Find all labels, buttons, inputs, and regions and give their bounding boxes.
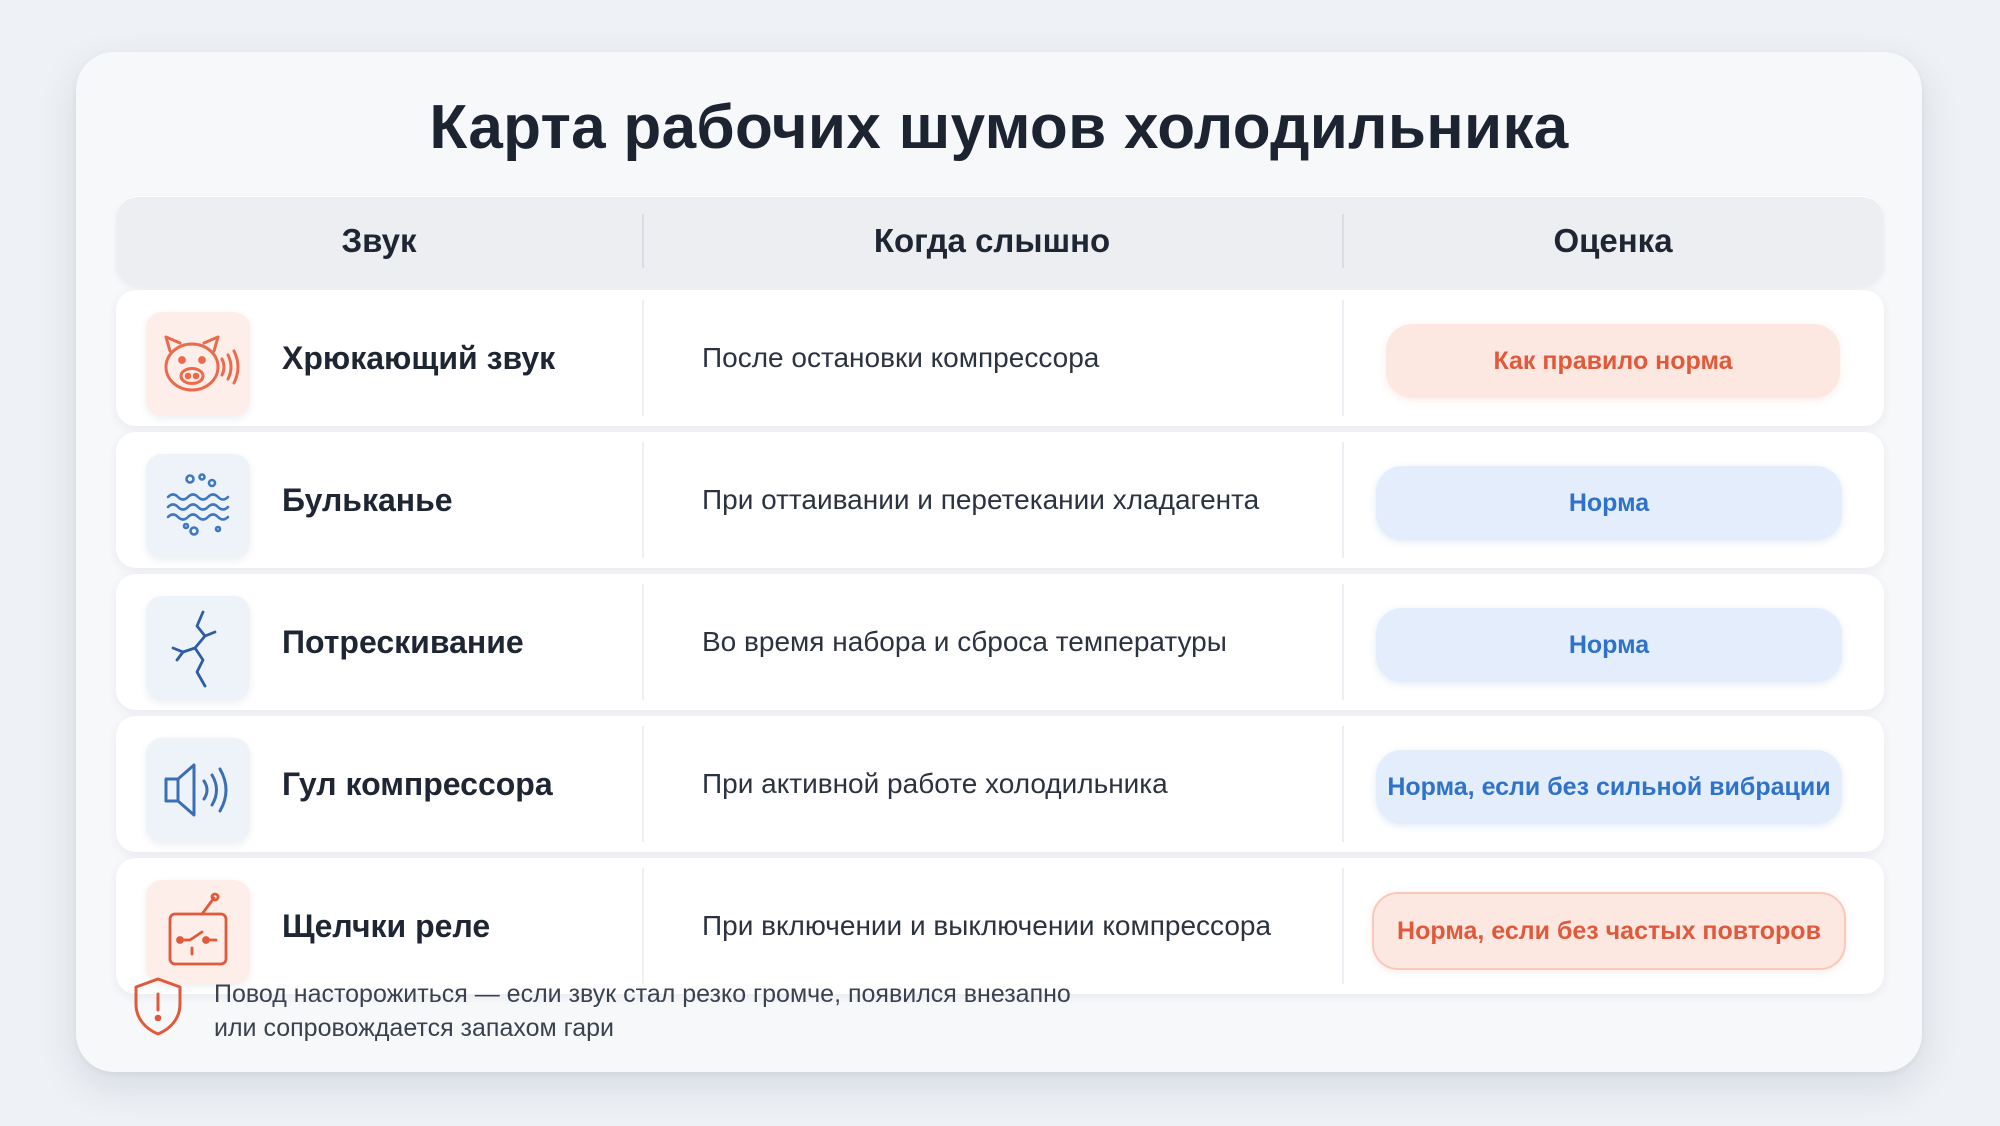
rating-badge: Как правило норма — [1386, 324, 1840, 398]
table-header: Звук Когда слышно Оценка — [116, 196, 1884, 286]
when-text: При включении и выключении компрессора — [702, 910, 1272, 941]
shield-warning-icon — [132, 976, 184, 1036]
column-divider — [1342, 726, 1344, 842]
warning-line-2: или сопровождается запахом гари — [214, 1014, 614, 1042]
bubbles-icon — [146, 454, 250, 558]
column-header-sound: Звук — [341, 222, 417, 259]
rating-badge: Норма — [1376, 608, 1842, 682]
column-divider — [642, 300, 644, 416]
sound-name: Потрескивание — [282, 624, 524, 660]
when-text: При активной работе холодильника — [702, 768, 1168, 799]
when-text: После остановки компрессора — [702, 342, 1100, 373]
table-row: Хрюкающий звук После остановки компрессо… — [116, 290, 1884, 426]
rating-badge: Норма — [1376, 466, 1842, 540]
column-divider — [642, 584, 644, 700]
noise-map-card: Карта рабочих шумов холодильника Звук Ко… — [76, 52, 1922, 1072]
table-row: Бульканье При оттаивании и перетекании х… — [116, 432, 1884, 568]
page-title: Карта рабочих шумов холодильника — [429, 93, 1569, 162]
sound-name: Гул компрессора — [282, 766, 553, 802]
pig-icon — [146, 312, 250, 416]
when-text: При оттаивании и перетекании хладагента — [702, 484, 1260, 515]
warning-note: Повод насторожиться — если звук стал рез… — [214, 977, 1214, 1045]
column-divider — [1342, 300, 1344, 416]
sound-name: Хрюкающий звук — [282, 340, 556, 376]
rating-badge: Норма, если без сильной вибрации — [1376, 750, 1842, 824]
column-divider — [1342, 442, 1344, 558]
column-divider — [1342, 584, 1344, 700]
column-header-when: Когда слышно — [873, 222, 1111, 259]
table-row: Потрескивание Во время набора и сброса т… — [116, 574, 1884, 710]
table-row: Гул компрессора При активной работе холо… — [116, 716, 1884, 852]
column-header-rating: Оценка — [1553, 222, 1673, 259]
sound-name: Бульканье — [282, 482, 453, 518]
speaker-icon — [146, 738, 250, 842]
sound-name: Щелчки реле — [282, 908, 491, 944]
column-divider — [642, 442, 644, 558]
table-row: Щелчки реле При включении и выключении к… — [116, 858, 1884, 994]
warning-line-1: Повод насторожиться — если звук стал рез… — [214, 980, 1071, 1008]
relay-icon — [146, 880, 250, 984]
rating-badge: Норма, если без частых повторов — [1372, 892, 1846, 970]
crack-icon — [146, 596, 250, 700]
column-divider — [642, 868, 644, 984]
column-divider — [642, 726, 644, 842]
column-divider — [1342, 868, 1344, 984]
when-text: Во время набора и сброса температуры — [702, 626, 1227, 657]
